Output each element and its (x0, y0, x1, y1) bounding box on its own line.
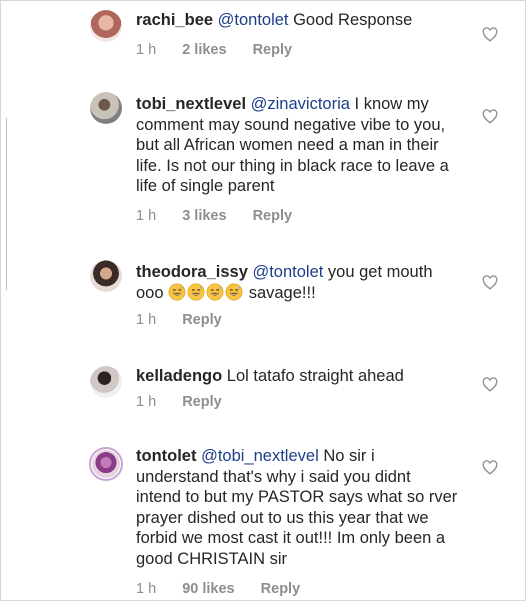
comment-username[interactable]: tobi_nextlevel (136, 95, 246, 113)
comment-username[interactable]: tontolet (136, 447, 196, 465)
heart-outline-icon[interactable] (482, 27, 498, 42)
comment-mention[interactable]: @zinavictoria (251, 95, 350, 113)
reply-button[interactable]: Reply (182, 312, 222, 328)
reply-button[interactable]: Reply (182, 394, 222, 410)
comment-time: 1 h (136, 312, 157, 328)
comment-username[interactable]: kelladengo (136, 367, 222, 385)
comment-meta: 1 h 90 likes Reply (136, 581, 322, 597)
avatar[interactable] (90, 10, 122, 42)
comment-meta: 1 h Reply (136, 394, 244, 410)
heart-outline-icon[interactable] (482, 275, 498, 290)
grinning-sweat-face-emoji-group (168, 283, 244, 302)
comment-text: Good Response (288, 11, 413, 29)
comment-likes[interactable]: 3 likes (182, 208, 226, 224)
comment-meta: 1 h Reply (136, 312, 244, 328)
avatar[interactable] (90, 366, 122, 398)
avatar-story-ring[interactable] (89, 447, 123, 481)
comment-username[interactable]: rachi_bee (136, 11, 213, 29)
grinning-sweat-face-emoji (187, 283, 205, 300)
comment-time: 1 h (136, 208, 157, 224)
comment-mention[interactable]: @tobi_nextlevel (201, 447, 319, 465)
grinning-sweat-face-emoji (206, 283, 224, 300)
avatar[interactable] (90, 260, 122, 292)
comment-mention[interactable]: @tontolet (252, 263, 323, 281)
comment-text: No sir i understand that's why i said yo… (136, 447, 458, 568)
comment-username[interactable]: theodora_issy (136, 263, 248, 281)
reply-button[interactable]: Reply (253, 42, 293, 58)
reply-button[interactable]: Reply (261, 581, 301, 597)
grinning-sweat-face-emoji (168, 283, 186, 300)
comment-meta: 1 h 3 likes Reply (136, 208, 314, 224)
heart-outline-icon[interactable] (482, 109, 498, 124)
comment-likes[interactable]: 2 likes (182, 42, 226, 58)
comment-mention[interactable]: @tontolet (218, 11, 289, 29)
heart-outline-icon[interactable] (482, 377, 498, 392)
heart-outline-icon[interactable] (482, 460, 498, 475)
comment-time: 1 h (136, 394, 157, 410)
avatar[interactable] (90, 92, 122, 124)
scroll-indicator (6, 118, 7, 290)
comment-meta: 1 h 2 likes Reply (136, 42, 314, 58)
comment-text: Lol tatafo straight ahead (222, 367, 404, 385)
comment-likes[interactable]: 90 likes (182, 581, 234, 597)
grinning-sweat-face-emoji (225, 283, 243, 300)
comment-text-end: savage!!! (244, 283, 316, 302)
comment-time: 1 h (136, 581, 157, 597)
comment-time: 1 h (136, 42, 157, 58)
reply-button[interactable]: Reply (253, 208, 293, 224)
